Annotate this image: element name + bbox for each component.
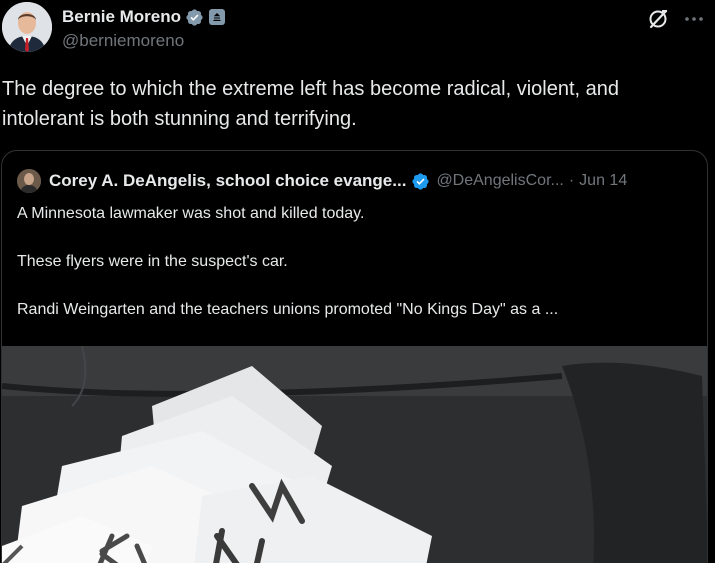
author-handle[interactable]: @berniemoreno: [62, 31, 225, 51]
quoted-author-avatar[interactable]: [17, 169, 41, 193]
capitol-icon: [213, 13, 221, 21]
more-icon[interactable]: [681, 6, 707, 32]
author-avatar[interactable]: [2, 2, 52, 52]
quoted-post-header: Corey A. DeAngelis, school choice evange…: [17, 169, 627, 193]
post-text: The degree to which the extreme left has…: [2, 78, 620, 130]
quoted-author-name[interactable]: Corey A. DeAngelis, school choice evange…: [49, 171, 406, 191]
verified-badge-icon[interactable]: [185, 8, 204, 27]
grok-icon-glyph: [649, 9, 668, 29]
government-badge-icon[interactable]: [209, 9, 226, 25]
grok-icon[interactable]: [645, 6, 671, 32]
author-block: Bernie Moreno @berniemoreno: [62, 7, 226, 51]
meta-separator: ·: [568, 172, 575, 189]
more-dots-glyph: [685, 17, 703, 21]
quoted-author-avatar-image: [17, 169, 41, 193]
post-actions: [645, 6, 707, 32]
author-name[interactable]: Bernie Moreno: [62, 7, 181, 27]
quoted-post[interactable]: Corey A. DeAngelis, school choice evange…: [1, 150, 708, 563]
author-name-row: Bernie Moreno: [62, 7, 226, 27]
flyers-photo: [2, 346, 707, 563]
quoted-post-date[interactable]: Jun 14: [579, 172, 627, 190]
post: Bernie Moreno @berniemoreno The degree t…: [0, 0, 715, 563]
quoted-author-handle[interactable]: @DeAngelisCor...: [436, 172, 563, 190]
quoted-post-image[interactable]: [2, 346, 707, 563]
quoted-paragraph: Randi Weingarten and the teachers unions…: [17, 301, 559, 318]
quoted-verified-badge-icon[interactable]: [411, 172, 430, 191]
quoted-paragraph: These flyers were in the suspect's car.: [17, 253, 288, 270]
quoted-post-text: A Minnesota lawmaker was shot and killed…: [17, 203, 697, 347]
author-avatar-image: [2, 2, 52, 52]
quoted-paragraph: A Minnesota lawmaker was shot and killed…: [17, 205, 365, 222]
